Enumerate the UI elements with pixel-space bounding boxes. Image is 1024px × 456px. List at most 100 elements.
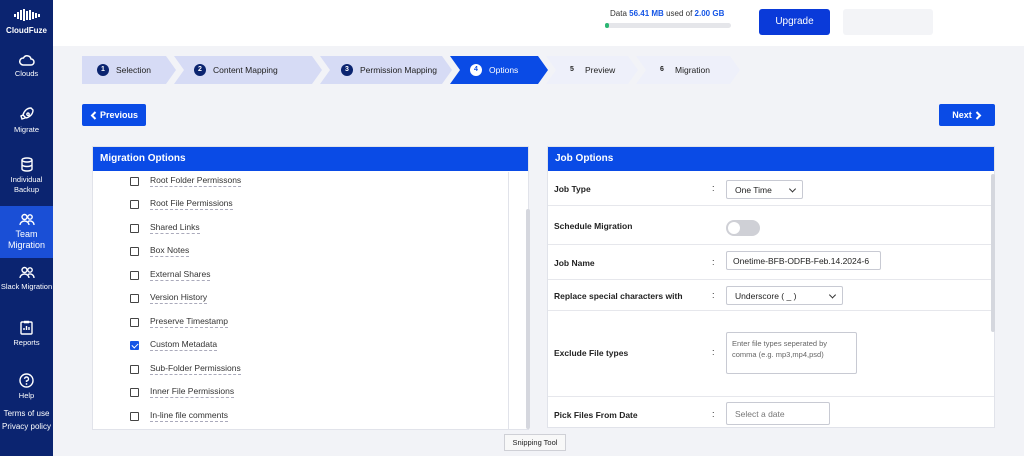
sidebar-item-team-migration[interactable]: Team Migration: [0, 206, 53, 258]
checkbox[interactable]: [130, 364, 139, 374]
data-usage-text: Data 56.41 MB used of 2.00 GB: [610, 9, 724, 18]
step-options[interactable]: 4 Options: [450, 56, 548, 84]
replace-characters-select[interactable]: Underscore ( _ ): [726, 286, 843, 305]
terms-of-use-link[interactable]: Terms of use: [0, 407, 53, 420]
option-version-history[interactable]: Version History: [130, 292, 208, 304]
option-root-folder-permissions[interactable]: Root Folder Permissons: [130, 175, 242, 187]
step-preview[interactable]: 5 Preview: [546, 56, 638, 84]
checkbox[interactable]: [130, 387, 139, 397]
upgrade-button[interactable]: Upgrade: [759, 9, 830, 35]
pick-date-input[interactable]: Select a date: [726, 402, 830, 425]
option-label: Shared Links: [150, 222, 200, 234]
sidebar-item-slack-migration[interactable]: Slack Migration: [0, 266, 53, 292]
colon: :: [712, 257, 715, 267]
step-number: 3: [341, 64, 353, 76]
option-label: Version History: [150, 292, 208, 304]
scrollbar[interactable]: [991, 174, 995, 332]
exclude-file-types-input[interactable]: Enter file types seperated by comma (e.g…: [726, 332, 857, 374]
step-selection[interactable]: 1 Selection: [82, 56, 176, 84]
option-box-notes[interactable]: Box Notes: [130, 245, 190, 257]
step-content-mapping[interactable]: 2 Content Mapping: [174, 56, 322, 84]
step-permission-mapping[interactable]: 3 Permission Mapping: [320, 56, 452, 84]
privacy-policy-link[interactable]: Privacy policy: [0, 420, 53, 433]
users-icon: [18, 266, 35, 279]
option-label: Custom Metadata: [150, 339, 218, 351]
option-shared-links[interactable]: Shared Links: [130, 222, 200, 234]
replace-characters-row: Replace special characters with : Unders…: [548, 280, 994, 311]
sidebar-footer-links: Terms of use Privacy policy: [0, 407, 53, 433]
option-external-shares[interactable]: External Shares: [130, 269, 211, 281]
data-usage-fill: [605, 23, 609, 28]
migration-options-panel: Migration Options Root Folder Permissons…: [92, 146, 530, 430]
colon: :: [712, 290, 715, 300]
option-label: Root Folder Permissons: [150, 175, 242, 187]
option-preserve-timestamp[interactable]: Preserve Timestamp: [130, 316, 228, 328]
chevron-left-icon: [90, 110, 97, 120]
schedule-migration-label: Schedule Migration: [554, 221, 633, 231]
replace-characters-label: Replace special characters with: [554, 291, 683, 301]
cloudfuze-logo-icon: [13, 9, 40, 21]
job-type-row: Job Type : One Time: [548, 172, 994, 206]
checkbox[interactable]: [130, 293, 139, 303]
migration-options-list: Root Folder Permissons Root File Permiss…: [93, 172, 528, 429]
next-button[interactable]: Next: [939, 104, 995, 126]
schedule-migration-toggle[interactable]: [726, 220, 760, 236]
chevron-right-icon: [975, 110, 982, 120]
job-type-select[interactable]: One Time: [726, 180, 803, 199]
option-inline-file-comments[interactable]: In-line file comments: [130, 410, 228, 422]
checkbox[interactable]: [130, 246, 139, 256]
option-root-file-permissions[interactable]: Root File Permissions: [130, 198, 233, 210]
report-icon: [20, 320, 33, 335]
pick-date-row: Pick Files From Date : Select a date: [548, 397, 994, 429]
option-label: External Shares: [150, 269, 211, 281]
schedule-migration-row: Schedule Migration: [548, 206, 994, 245]
job-name-input[interactable]: Onetime-BFB-ODFB-Feb.14.2024-6: [726, 251, 881, 270]
step-label: Permission Mapping: [359, 65, 437, 75]
sidebar-item-individual-backup[interactable]: Individual Backup: [0, 157, 53, 195]
data-prefix: Data: [610, 9, 627, 18]
checkbox[interactable]: [130, 199, 139, 209]
step-number: 6: [660, 66, 664, 73]
job-name-label: Job Name: [554, 258, 595, 268]
step-migration[interactable]: 6 Migration: [636, 56, 740, 84]
sidebar-item-help[interactable]: Help: [0, 373, 53, 401]
data-used: 56.41 MB: [629, 9, 664, 18]
migration-options-title: Migration Options: [93, 147, 528, 171]
sidebar-item-clouds[interactable]: Clouds: [0, 54, 53, 79]
previous-button[interactable]: Previous: [82, 104, 146, 126]
rocket-icon: [19, 107, 34, 120]
toggle-knob: [728, 222, 740, 234]
cloudfuze-logo[interactable]: CloudFuze: [0, 8, 53, 35]
checkbox[interactable]: [130, 411, 139, 421]
option-label: Box Notes: [150, 245, 190, 257]
replace-characters-value: Underscore ( _ ): [735, 290, 797, 301]
previous-label: Previous: [99, 110, 139, 120]
checkbox[interactable]: [130, 176, 139, 186]
sidebar-item-reports[interactable]: Reports: [0, 320, 53, 348]
checkbox[interactable]: [130, 270, 139, 280]
users-icon: [18, 213, 35, 226]
checkbox[interactable]: [130, 223, 139, 233]
snipping-tool-tooltip: Snipping Tool: [504, 434, 566, 451]
sidebar-item-migrate[interactable]: Migrate: [0, 106, 53, 135]
checkbox-checked[interactable]: [130, 340, 139, 350]
option-sub-folder-permissions[interactable]: Sub-Folder Permissions: [130, 363, 241, 375]
checkbox[interactable]: [130, 317, 139, 327]
step-number: 2: [194, 64, 206, 76]
job-type-value: One Time: [735, 184, 772, 195]
step-label: Options: [489, 65, 519, 75]
option-inner-file-permissions[interactable]: Inner File Permissions: [130, 386, 235, 398]
pick-date-placeholder: Select a date: [735, 408, 785, 419]
step-label: Preview: [585, 65, 616, 75]
data-usage-bar: [605, 23, 731, 28]
job-name-value: Onetime-BFB-ODFB-Feb.14.2024-6: [733, 255, 870, 266]
step-label: Selection: [116, 65, 151, 75]
sidebar-item-label: Help: [18, 391, 35, 400]
sidebar-item-label: Migrate: [13, 125, 39, 134]
option-label: Preserve Timestamp: [150, 316, 228, 328]
option-custom-metadata[interactable]: Custom Metadata: [130, 339, 218, 351]
exclude-file-types-row: Exclude File types : Enter file types se…: [548, 311, 994, 397]
scrollbar[interactable]: [526, 209, 530, 429]
account-placeholder: [843, 9, 933, 35]
option-label: Inner File Permissions: [150, 386, 235, 398]
